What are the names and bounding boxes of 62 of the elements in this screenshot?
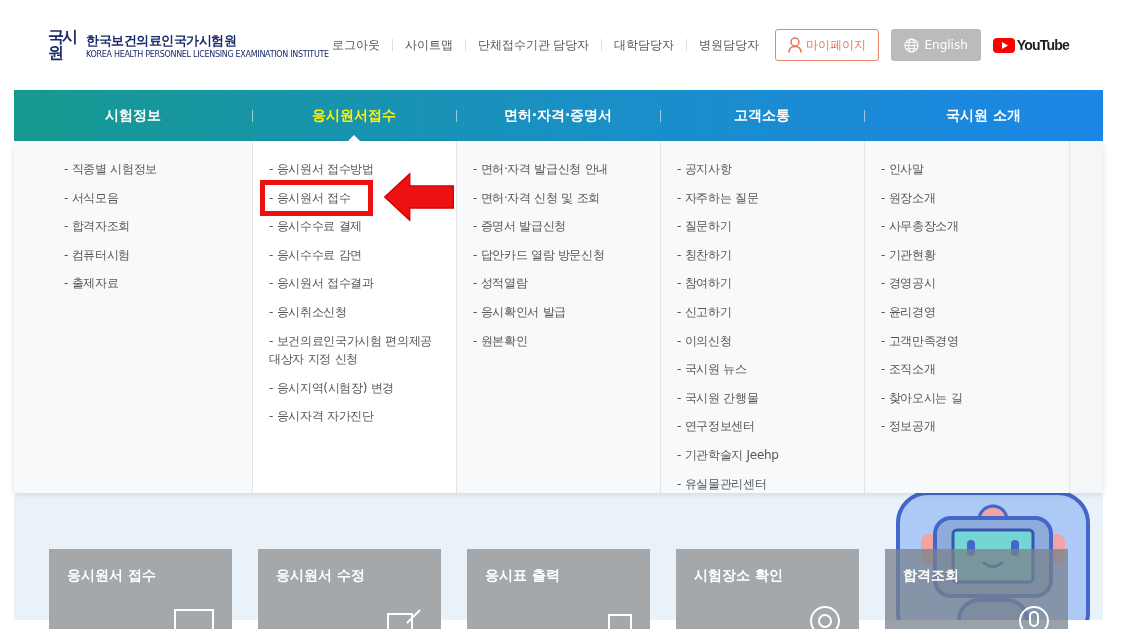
menu-item[interactable]: - 인사말	[881, 160, 924, 179]
location-icon	[809, 605, 841, 629]
utility-link[interactable]: 로그아웃	[331, 36, 380, 54]
menu-item[interactable]: - 면허·자격 신청 및 조회	[473, 188, 600, 208]
edit-icon	[387, 609, 423, 629]
menu-item[interactable]: - 응시원서 접수	[260, 179, 374, 217]
menu-item[interactable]: - 보건의료인국가시험 편의제공 대상자 지정 신청	[269, 331, 444, 369]
menu-item[interactable]: - 응시수수료 감면	[269, 245, 362, 265]
menu-item[interactable]: - 경영공시	[881, 274, 936, 293]
menu-item[interactable]: - 응시자격 자가진단	[269, 407, 374, 426]
menu-item[interactable]: - 응시수수료 결제	[269, 217, 362, 236]
menu-item[interactable]: - 응시취소신청	[269, 302, 347, 322]
menu-item[interactable]: - 응시원서 접수방법	[269, 160, 374, 179]
menu-item[interactable]: - 직종별 시험정보	[64, 160, 157, 179]
menu-item[interactable]: - 출제자료	[64, 274, 119, 293]
utility-link[interactable]: 단체접수기관 담당자	[477, 36, 590, 54]
globe-icon	[904, 37, 920, 53]
menu-item[interactable]: - 고객만족경영	[881, 331, 959, 351]
menu-item[interactable]: - 국시원 뉴스	[677, 360, 747, 379]
logo-subtitle: KOREA HEALTH PERSONNEL LICENSING EXAMINATION INSTITUTE	[86, 49, 329, 59]
menu-item[interactable]: - 연구정보센터	[677, 417, 755, 436]
menu-item[interactable]: - 증명서 발급신청	[473, 217, 566, 236]
menu-item[interactable]: - 컴퓨터시험	[64, 245, 131, 265]
nav-tab[interactable]: 시험정보	[105, 106, 161, 125]
play-icon	[992, 37, 1015, 53]
menu-item[interactable]: - 자주하는 질문	[677, 188, 759, 208]
monitor-icon	[174, 609, 214, 629]
menu-item[interactable]: - 답안카드 열람 방문신청	[473, 245, 605, 265]
nav-tab[interactable]: 국시원 소개	[946, 106, 1021, 125]
utility-link[interactable]: 사이트맵	[404, 36, 453, 54]
menu-item[interactable]: - 사무총장소개	[881, 217, 959, 236]
menu-item[interactable]: - 조직소개	[881, 360, 936, 379]
utility-link[interactable]: 병원담당자	[699, 36, 760, 54]
menu-item[interactable]: - 응시확인서 발급	[473, 302, 566, 322]
menu-item[interactable]: - 응시원서 접수결과	[269, 274, 374, 293]
menu-item[interactable]: - 공지사항	[677, 160, 732, 179]
menu-item[interactable]: - 원장소개	[881, 188, 936, 208]
menu-item[interactable]: - 성적열람	[473, 274, 528, 293]
menu-item[interactable]: - 신고하기	[677, 302, 732, 322]
menu-item[interactable]: - 질문하기	[677, 217, 732, 236]
menu-item[interactable]: - 참여하기	[677, 274, 732, 293]
menu-item[interactable]: - 합격자조회	[64, 217, 131, 236]
menu-item[interactable]: - 윤리경영	[881, 302, 936, 322]
menu-item[interactable]: - 원본확인	[473, 331, 528, 351]
menu-item[interactable]: - 이의신청	[677, 331, 732, 351]
menu-item[interactable]: - 찾아오시는 길	[881, 388, 963, 408]
menu-item[interactable]: - 서식모음	[64, 188, 119, 208]
logo-mark[interactable]: 국시원	[48, 29, 80, 61]
menu-item[interactable]: - 기관현황	[881, 245, 936, 265]
nav-tab[interactable]: 면허·자격·증명서	[503, 106, 613, 125]
logo-title: 한국보건의료인국가시험원	[86, 31, 237, 50]
menu-item[interactable]: - 면허·자격 발급신청 안내	[473, 160, 609, 179]
nav-tab[interactable]: 고객소통	[734, 106, 790, 125]
youtube-link[interactable]: YouTube	[992, 37, 1069, 53]
menu-item[interactable]: - 국시원 간행물	[677, 388, 759, 408]
menu-item[interactable]: - 기관학술지 Jeehp	[677, 445, 779, 465]
menu-item[interactable]: - 응시지역(시험장) 변경	[269, 378, 395, 398]
menu-item[interactable]: - 유실물관리센터	[677, 474, 767, 494]
utility-link[interactable]: 대학담당자	[614, 36, 675, 54]
menu-item[interactable]: - 칭찬하기	[677, 245, 732, 265]
menu-item[interactable]: - 정보공개	[881, 417, 936, 436]
arrow-icon	[383, 171, 455, 222]
